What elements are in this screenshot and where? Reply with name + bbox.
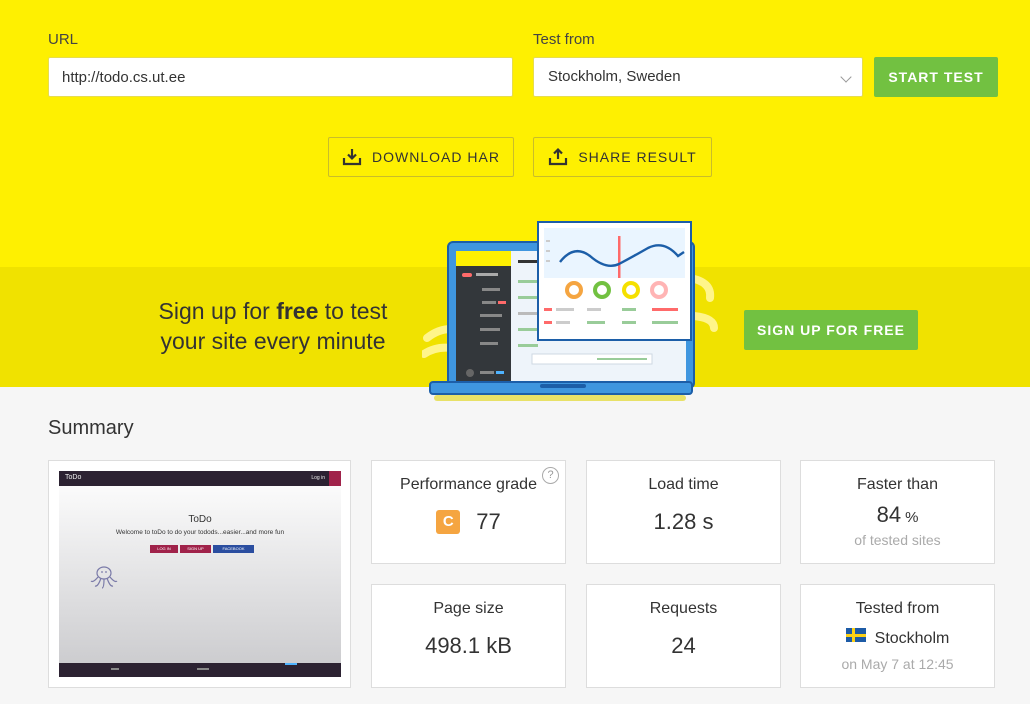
tested-from-card: Tested from Stockholm on May 7 at 12:45	[800, 584, 995, 688]
screenshot-tagline: Welcome to toDo to do your todods...easi…	[115, 529, 285, 536]
tested-from-date: on May 7 at 12:45	[841, 656, 954, 672]
screenshot-buttons: LOG IN SIGN UP FACEBOOK	[150, 545, 254, 553]
page-size-value: 498.1 kB	[425, 633, 512, 658]
screenshot-heading: ToDo	[188, 514, 212, 525]
performance-grade-value: C 77	[372, 509, 565, 535]
faster-than-card: Faster than 84% of tested sites	[800, 460, 995, 564]
promo-line1-pre: Sign up for	[158, 298, 277, 324]
screenshot-login-btn: LOG IN	[150, 545, 178, 553]
promo-line1-post: to test	[318, 298, 388, 324]
promo-line1-bold: free	[276, 298, 319, 324]
tested-from-city-row: Stockholm	[801, 628, 994, 648]
download-icon	[342, 149, 362, 166]
tested-from-city: Stockholm	[874, 630, 950, 647]
share-icon	[549, 147, 568, 166]
url-label: URL	[48, 31, 79, 48]
page-size-label: Page size	[433, 600, 504, 617]
screenshot-signup-btn: SIGN UP	[180, 545, 211, 553]
download-har-button[interactable]: DOWNLOAD HAR	[328, 137, 514, 177]
screenshot-navbar: ToDo Log in	[59, 471, 341, 486]
site-screenshot-card: ToDo Log in ToDo Welcome to toDo to do y…	[48, 460, 351, 688]
laptop-dashboard-illustration	[422, 221, 718, 401]
screenshot-facebook-btn: FACEBOOK	[213, 545, 254, 553]
screenshot-login-link: Log in	[311, 475, 325, 481]
location-label: Test from	[533, 31, 595, 48]
grade-badge: C	[436, 510, 461, 534]
faster-than-number: 84	[876, 502, 902, 527]
requests-value: 24	[671, 633, 696, 658]
tested-from-label: Tested from	[855, 600, 940, 617]
download-har-label: DOWNLOAD HAR	[372, 149, 500, 165]
faster-than-label: Faster than	[857, 476, 938, 493]
screenshot-footer	[59, 663, 341, 677]
faster-than-sub: of tested sites	[854, 532, 941, 548]
load-time-card: Load time 1.28 s	[586, 460, 781, 564]
screenshot-brand: ToDo	[65, 474, 82, 481]
location-value: Stockholm, Sweden	[548, 68, 681, 85]
page-size-card: Page size 498.1 kB	[371, 584, 566, 688]
share-result-button[interactable]: SHARE RESULT	[533, 137, 712, 177]
url-input[interactable]	[48, 57, 513, 97]
load-time-label: Load time	[648, 476, 719, 493]
performance-grade-label: Performance grade	[400, 476, 537, 493]
site-screenshot: ToDo Log in ToDo Welcome to toDo to do y…	[59, 471, 341, 677]
performance-score: 77	[476, 509, 501, 534]
promo-text: Sign up for free to test your site every…	[100, 296, 446, 356]
screenshot-signup-tab	[329, 471, 341, 486]
signup-free-button[interactable]: SIGN UP FOR FREE	[744, 310, 918, 350]
help-icon[interactable]: ?	[542, 467, 559, 484]
start-test-button[interactable]: START TEST	[874, 57, 998, 97]
promo-line2: your site every minute	[160, 328, 386, 354]
sweden-flag-icon	[845, 628, 866, 642]
faster-than-value: 84%	[801, 502, 994, 528]
requests-label: Requests	[649, 600, 718, 617]
octopus-icon	[90, 566, 118, 589]
performance-grade-card: Performance grade ? C 77	[371, 460, 566, 564]
chevron-down-icon	[840, 71, 852, 83]
summary-title: Summary	[48, 417, 134, 439]
share-result-label: SHARE RESULT	[578, 149, 697, 165]
location-select[interactable]: Stockholm, Sweden	[533, 57, 863, 97]
load-time-value: 1.28 s	[653, 509, 714, 534]
requests-card: Requests 24	[586, 584, 781, 688]
percent-unit: %	[905, 509, 919, 526]
